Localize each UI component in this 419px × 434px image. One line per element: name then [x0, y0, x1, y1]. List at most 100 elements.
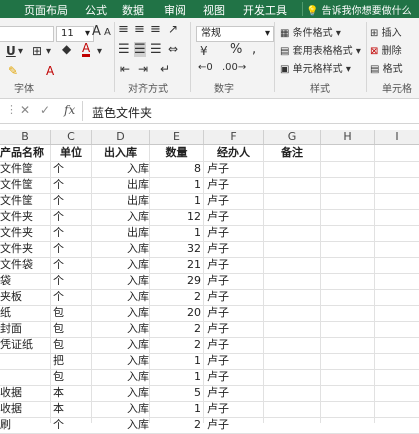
- shrink-font-icon[interactable]: A: [104, 27, 111, 38]
- tell-me-box[interactable]: 💡 告诉我你想要做什么: [306, 2, 412, 17]
- align-middle-icon[interactable]: ≡: [134, 22, 145, 37]
- chevron-down-icon[interactable]: ▾: [97, 46, 102, 57]
- tab-developer[interactable]: 开发工具: [243, 2, 287, 18]
- cell-io[interactable]: 入库: [127, 369, 149, 385]
- decrease-indent-icon[interactable]: ⇤: [120, 62, 130, 76]
- cell-handler[interactable]: 卢子: [207, 161, 263, 177]
- cell-io[interactable]: 入库: [127, 337, 149, 353]
- header-cell-note[interactable]: 备注: [264, 145, 320, 161]
- currency-icon[interactable]: ¥: [200, 44, 208, 58]
- column-header-i[interactable]: I: [375, 130, 419, 144]
- cell-unit[interactable]: 包: [53, 305, 91, 321]
- cell-io[interactable]: 出库: [127, 193, 149, 209]
- format-button[interactable]: ▤ 格式: [370, 60, 403, 75]
- delete-button[interactable]: ⊠ 删除: [370, 42, 402, 57]
- align-center-icon[interactable]: ☰: [134, 42, 146, 57]
- cell-name[interactable]: 文件夹: [0, 225, 50, 241]
- column-header-b[interactable]: B: [0, 130, 51, 144]
- header-cell-unit[interactable]: 单位: [51, 145, 91, 161]
- cell-unit[interactable]: 包: [53, 337, 91, 353]
- align-right-icon[interactable]: ☰: [150, 42, 162, 57]
- cell-qty[interactable]: 8: [150, 161, 201, 177]
- cell-handler[interactable]: 卢子: [207, 193, 263, 209]
- cell-handler[interactable]: 卢子: [207, 225, 263, 241]
- cell-name[interactable]: 纸: [0, 305, 50, 321]
- cell-io[interactable]: 入库: [127, 161, 149, 177]
- cell-qty[interactable]: 2: [150, 417, 201, 433]
- cell-name[interactable]: 刷: [0, 417, 50, 433]
- cell-io[interactable]: 入库: [127, 289, 149, 305]
- cell-name[interactable]: 文件筐: [0, 193, 50, 209]
- name-box-chevron-icon[interactable]: ⋮: [6, 103, 17, 116]
- cell-name[interactable]: [0, 369, 50, 385]
- header-cell-io[interactable]: 出入库: [92, 145, 149, 161]
- cell-unit[interactable]: 本: [53, 401, 91, 417]
- cell-unit[interactable]: 把: [53, 353, 91, 369]
- cell-unit[interactable]: 个: [53, 193, 91, 209]
- cell-qty[interactable]: 1: [150, 225, 201, 241]
- cell-handler[interactable]: 卢子: [207, 337, 263, 353]
- cell-unit[interactable]: 包: [53, 321, 91, 337]
- cell-unit[interactable]: 个: [53, 177, 91, 193]
- cell-handler[interactable]: 卢子: [207, 401, 263, 417]
- number-format-dropdown[interactable]: 常规 ▾: [196, 26, 274, 42]
- orientation-icon[interactable]: ↗: [168, 22, 178, 36]
- cell-io[interactable]: 入库: [127, 401, 149, 417]
- comma-button[interactable]: ,: [252, 42, 256, 57]
- cell-name[interactable]: 收据: [0, 401, 50, 417]
- cell-name[interactable]: 文件筐: [0, 161, 50, 177]
- font-color-icon[interactable]: A: [82, 42, 91, 57]
- cell-qty[interactable]: 2: [150, 337, 201, 353]
- cell-handler[interactable]: 卢子: [207, 273, 263, 289]
- cell-handler[interactable]: 卢子: [207, 369, 263, 385]
- cell-name[interactable]: 凭证纸: [0, 337, 50, 353]
- cell-name[interactable]: 文件袋: [0, 257, 50, 273]
- formula-input[interactable]: 蓝色文件夹: [92, 104, 152, 121]
- cell-qty[interactable]: 2: [150, 289, 201, 305]
- cell-io[interactable]: 入库: [127, 305, 149, 321]
- cell-qty[interactable]: 1: [150, 177, 201, 193]
- cancel-icon[interactable]: ✕: [20, 103, 30, 117]
- increase-decimal-icon[interactable]: ←0: [198, 62, 213, 73]
- tab-data[interactable]: 数据: [122, 2, 144, 18]
- tab-page-layout[interactable]: 页面布局: [24, 2, 68, 18]
- cell-styles-button[interactable]: ▣ 单元格样式 ▾: [280, 60, 351, 75]
- cell-qty[interactable]: 20: [150, 305, 201, 321]
- cell-handler[interactable]: 卢子: [207, 321, 263, 337]
- cell-unit[interactable]: 本: [53, 385, 91, 401]
- percent-button[interactable]: %: [230, 42, 242, 57]
- cell-name[interactable]: 封面: [0, 321, 50, 337]
- cell-handler[interactable]: 卢子: [207, 305, 263, 321]
- column-header-e[interactable]: E: [150, 130, 204, 144]
- chevron-down-icon[interactable]: ▾: [18, 46, 23, 57]
- insert-button[interactable]: ⊞ 插入: [370, 24, 402, 39]
- header-cell-handler[interactable]: 经办人: [204, 145, 263, 161]
- decrease-decimal-icon[interactable]: .00→: [222, 62, 246, 73]
- cell-io[interactable]: 入库: [127, 385, 149, 401]
- cell-qty[interactable]: 5: [150, 385, 201, 401]
- cell-name[interactable]: 收据: [0, 385, 50, 401]
- cell-name[interactable]: 袋: [0, 273, 50, 289]
- align-left-icon[interactable]: ☰: [118, 42, 130, 57]
- cell-handler[interactable]: 卢子: [207, 241, 263, 257]
- cell-qty[interactable]: 29: [150, 273, 201, 289]
- cell-qty[interactable]: 12: [150, 209, 201, 225]
- cell-unit[interactable]: 个: [53, 417, 91, 433]
- cell-qty[interactable]: 32: [150, 241, 201, 257]
- cell-name[interactable]: 文件夹: [0, 241, 50, 257]
- cell-unit[interactable]: 个: [53, 273, 91, 289]
- conditional-format-button[interactable]: ▦ 条件格式 ▾: [280, 24, 341, 39]
- column-header-d[interactable]: D: [92, 130, 150, 144]
- cell-name[interactable]: 文件筐: [0, 177, 50, 193]
- cell-io[interactable]: 入库: [127, 353, 149, 369]
- cell-unit[interactable]: 个: [53, 241, 91, 257]
- text-color-icon[interactable]: A: [46, 64, 54, 78]
- cell-unit[interactable]: 个: [53, 225, 91, 241]
- cell-handler[interactable]: 卢子: [207, 289, 263, 305]
- column-header-c[interactable]: C: [51, 130, 92, 144]
- underline-icon[interactable]: U: [6, 44, 16, 58]
- cell-io[interactable]: 入库: [127, 209, 149, 225]
- cell-qty[interactable]: 1: [150, 353, 201, 369]
- cell-io[interactable]: 出库: [127, 177, 149, 193]
- column-header-f[interactable]: F: [204, 130, 264, 144]
